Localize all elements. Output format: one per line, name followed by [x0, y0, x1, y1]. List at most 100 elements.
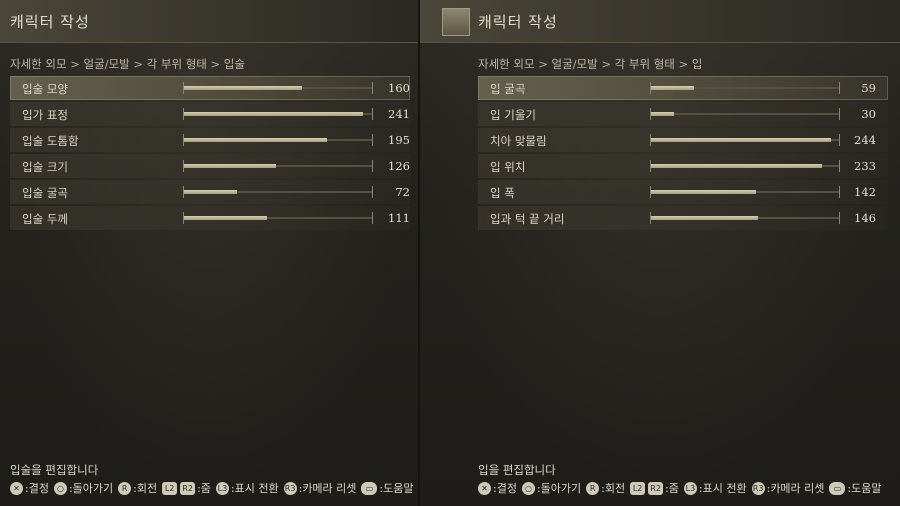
slider-track[interactable] — [184, 138, 372, 142]
slider-track[interactable] — [651, 216, 839, 220]
control-hint: ▭:도움말 — [829, 480, 882, 496]
help-message: 입술을 편집합니다 — [10, 463, 99, 477]
character-portrait-icon — [442, 8, 470, 36]
slider-value: 126 — [388, 159, 410, 173]
slider-row[interactable]: 입가 표정 241 — [10, 102, 410, 126]
slider-track[interactable] — [651, 138, 839, 142]
control-hint: R2:줌 — [180, 480, 211, 496]
cross-button-icon: ✕ — [478, 481, 491, 495]
control-hint-label: :도움말 — [379, 482, 414, 495]
slider-track[interactable] — [651, 190, 839, 194]
slider-row[interactable]: 입술 크기 126 — [10, 154, 410, 178]
panel-header: 캐릭터 작성 — [0, 0, 418, 43]
slider-fill — [651, 138, 832, 142]
l2-button-icon: L2 — [162, 481, 178, 495]
slider-value: 241 — [388, 107, 410, 121]
slider-value: 146 — [854, 211, 876, 225]
slider-label: 입과 턱 끝 거리 — [490, 212, 565, 226]
control-hint: L2 — [630, 481, 647, 495]
panel-header: 캐릭터 작성 — [420, 0, 900, 43]
breadcrumb: 자세한 외모 > 얼굴/모발 > 각 부위 형태 > 입술 — [10, 57, 245, 71]
slider-row[interactable]: 치아 맞물림 244 — [478, 128, 888, 152]
control-hint: ✕:결정 — [478, 480, 517, 496]
slider-list: 입술 모양 160 입가 표정 241 입술 도톰함 195 입술 크기 126 입술 굴곡 72… — [10, 76, 410, 232]
slider-value: 160 — [388, 81, 410, 95]
slider-label: 치아 맞물림 — [490, 134, 547, 148]
slider-track[interactable] — [184, 164, 372, 168]
r-stick-icon: R — [586, 481, 600, 495]
slider-label: 입술 모양 — [22, 82, 68, 96]
slider-row[interactable]: 입 기울기 30 — [478, 102, 888, 126]
r3-button-icon: R3 — [283, 481, 297, 495]
slider-fill — [184, 216, 267, 220]
control-hint: ✕:결정 — [10, 480, 49, 496]
right-panel: 캐릭터 작성 자세한 외모 > 얼굴/모발 > 각 부위 형태 > 입 입 굴곡… — [420, 0, 900, 506]
slider-track[interactable] — [184, 190, 372, 194]
slider-value: 30 — [861, 107, 876, 121]
control-hint: R2:줌 — [648, 480, 679, 496]
slider-value: 195 — [388, 133, 410, 147]
control-hint-label: :돌아가기 — [536, 482, 582, 495]
r2-button-icon: R2 — [648, 481, 664, 495]
control-hint: L2 — [162, 481, 179, 495]
control-hint-label: :표시 전환 — [698, 482, 747, 495]
circle-button-icon: ○ — [521, 481, 535, 495]
panel-title: 캐릭터 작성 — [478, 13, 558, 31]
control-hints: ✕:결정 ○:돌아가기 R:회전 L2 R2:줌 L3:표시 전환 R3:카메라 리셋 ▭:도… — [478, 480, 887, 496]
slider-fill — [651, 164, 823, 168]
slider-row[interactable]: 입술 굴곡 72 — [10, 180, 410, 204]
slider-label: 입술 도톰함 — [22, 134, 79, 148]
control-hint: R3:카메라 리셋 — [751, 480, 825, 496]
left-panel: 캐릭터 작성 자세한 외모 > 얼굴/모발 > 각 부위 형태 > 입술 입술 … — [0, 0, 420, 506]
control-hint-label: :회전 — [601, 482, 626, 495]
control-hint: ○:돌아가기 — [521, 480, 582, 496]
control-hint: R:회전 — [118, 480, 157, 496]
control-hint-label: :도움말 — [847, 482, 882, 495]
slider-fill — [651, 190, 757, 194]
r2-button-icon: R2 — [180, 481, 196, 495]
slider-fill — [651, 216, 759, 220]
control-hint-label: :줌 — [665, 482, 679, 495]
control-hint: ○:돌아가기 — [53, 480, 114, 496]
control-hint-label: :카메라 리셋 — [298, 482, 357, 495]
control-hint-label: :회전 — [133, 482, 158, 495]
slider-label: 입술 크기 — [22, 160, 68, 174]
control-hint: R3:카메라 리셋 — [283, 480, 357, 496]
cross-button-icon: ✕ — [10, 481, 23, 495]
slider-track[interactable] — [184, 86, 372, 90]
control-hint: R:회전 — [586, 480, 625, 496]
control-hint: L3:표시 전환 — [215, 480, 279, 496]
slider-label: 입 폭 — [490, 186, 515, 200]
slider-track[interactable] — [651, 164, 839, 168]
control-hint-label: :표시 전환 — [230, 482, 279, 495]
control-hint-label: :결정 — [25, 482, 49, 495]
slider-row[interactable]: 입 굴곡 59 — [478, 76, 888, 100]
control-hint-label: :돌아가기 — [68, 482, 114, 495]
slider-track[interactable] — [184, 216, 372, 220]
slider-fill — [184, 138, 327, 142]
slider-label: 입 기울기 — [490, 108, 536, 122]
slider-row[interactable]: 입술 모양 160 — [10, 76, 410, 100]
slider-fill — [184, 164, 277, 168]
slider-row[interactable]: 입술 두께 111 — [10, 206, 410, 230]
slider-label: 입 위치 — [490, 160, 526, 174]
slider-row[interactable]: 입과 턱 끝 거리 146 — [478, 206, 888, 230]
slider-label: 입가 표정 — [22, 108, 68, 122]
slider-row[interactable]: 입 위치 233 — [478, 154, 888, 178]
slider-value: 233 — [854, 159, 876, 173]
slider-row[interactable]: 입 폭 142 — [478, 180, 888, 204]
l3-button-icon: L3 — [683, 481, 697, 495]
slider-track[interactable] — [184, 112, 372, 116]
touchpad-icon: ▭ — [829, 481, 846, 495]
control-hint-label: :카메라 리셋 — [766, 482, 825, 495]
slider-fill — [184, 190, 237, 194]
slider-fill — [184, 112, 363, 116]
control-hint-label: :줌 — [197, 482, 211, 495]
slider-fill — [651, 86, 695, 90]
slider-track[interactable] — [651, 112, 839, 116]
slider-row[interactable]: 입술 도톰함 195 — [10, 128, 410, 152]
slider-label: 입술 두께 — [22, 212, 68, 226]
slider-track[interactable] — [651, 86, 839, 90]
r3-button-icon: R3 — [751, 481, 765, 495]
control-hint: L3:표시 전환 — [683, 480, 747, 496]
